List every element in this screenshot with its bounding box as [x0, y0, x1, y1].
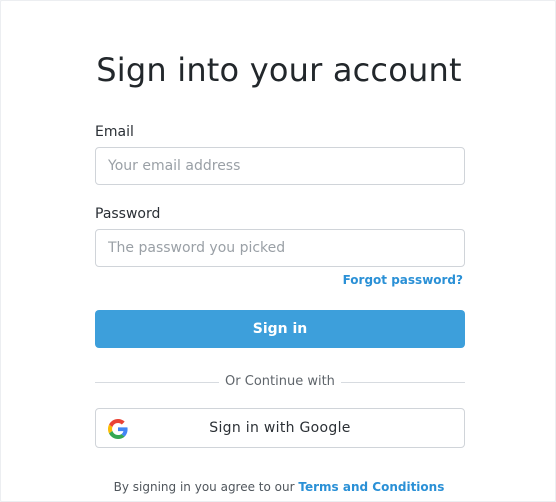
terms-link[interactable]: Terms and Conditions	[298, 480, 444, 494]
terms-prefix: By signing in you agree to our	[113, 480, 295, 494]
password-field[interactable]	[95, 229, 465, 267]
divider: Or Continue with	[95, 373, 465, 391]
email-label: Email	[95, 124, 134, 140]
google-sign-in-label: Sign in with Google	[209, 420, 351, 436]
divider-line-right	[341, 382, 465, 383]
password-label: Password	[95, 206, 161, 222]
email-field[interactable]	[95, 147, 465, 185]
google-sign-in-button[interactable]: Sign in with Google	[95, 408, 465, 448]
terms-notice: By signing in you agree to our Terms and…	[1, 480, 556, 494]
page-title: Sign into your account	[96, 51, 462, 89]
login-card: Sign into your account Email Password Fo…	[0, 0, 556, 502]
sign-in-button[interactable]: Sign in	[95, 310, 465, 348]
forgot-password-link[interactable]: Forgot password?	[343, 273, 463, 287]
